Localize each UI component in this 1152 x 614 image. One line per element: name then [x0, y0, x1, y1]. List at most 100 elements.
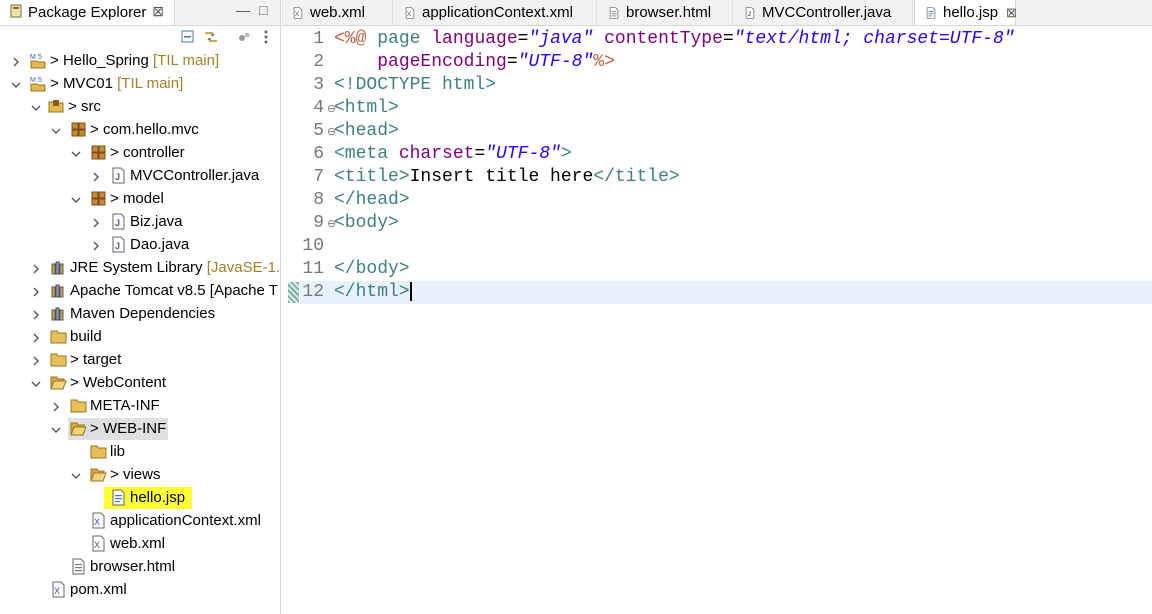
chevron-right-icon[interactable]	[30, 354, 42, 366]
tree-item-label: > target	[70, 351, 121, 368]
tree-item-jre-system-library[interactable]: JRE System Library [JavaSE-1.8]	[0, 257, 280, 279]
minimize-icon[interactable]: —	[236, 2, 250, 18]
chevron-down-icon[interactable]	[50, 124, 62, 136]
code-token: page	[377, 29, 432, 49]
line-number: 11	[302, 259, 324, 279]
code-token: </body>	[334, 259, 410, 279]
code-line: <html>	[334, 97, 399, 120]
item-name: model	[122, 190, 164, 207]
tree-item-model[interactable]: > model	[0, 188, 280, 210]
tree-item-maven-dependencies[interactable]: Maven Dependencies	[0, 303, 280, 325]
tree-item-views[interactable]: > views	[0, 464, 280, 486]
package-explorer-tab[interactable]: Package Explorer ⊠	[0, 0, 175, 25]
svg-text:X: X	[94, 517, 100, 527]
line-number: 2	[313, 52, 324, 72]
tree-item-apache-tomcat-v8-5-apache-t[interactable]: Apache Tomcat v8.5 [Apache T	[0, 280, 280, 302]
code-token: "java"	[528, 29, 594, 49]
code-token: charset	[398, 144, 475, 164]
tree-item-mvc01[interactable]: M 5 > MVC01 [TIL main]	[0, 73, 280, 95]
item-name: browser.html	[90, 558, 176, 575]
code-token: <head>	[334, 121, 399, 141]
tree-item-pom-xml[interactable]: Xpom.xml	[0, 579, 280, 601]
code-token: </html>	[334, 282, 410, 302]
xml-file-icon: X	[404, 6, 416, 20]
chevron-right-icon[interactable]	[30, 262, 42, 274]
maximize-icon[interactable]: □	[259, 2, 267, 18]
tree-item-build[interactable]: build	[0, 326, 280, 348]
tree-item-controller[interactable]: > controller	[0, 142, 280, 164]
tree-item-mvccontroller-java[interactable]: J MVCController.java	[0, 165, 280, 187]
editor-tab-hello-jsp[interactable]: hello.jsp ⊠	[914, 0, 1017, 25]
code-line: <title>Insert title here</title>	[334, 166, 680, 189]
line-number: 8	[313, 190, 324, 210]
chevron-right-icon[interactable]	[90, 170, 102, 182]
chevron-right-icon[interactable]	[90, 239, 102, 251]
tree-item-meta-inf[interactable]: META-INF	[0, 395, 280, 417]
tree-item-label: > src	[68, 98, 101, 115]
chevron-down-icon[interactable]	[70, 147, 82, 159]
item-name: WebContent	[82, 374, 167, 391]
item-name: Apache Tomcat v8.5 [Apache T	[70, 282, 278, 299]
view-menu-icon[interactable]	[262, 29, 278, 45]
tree-item-browser-html[interactable]: browser.html	[0, 556, 280, 578]
tree-item-lib[interactable]: lib	[0, 441, 280, 463]
chevron-right-icon[interactable]	[90, 216, 102, 228]
code-token: <%@	[334, 29, 378, 49]
tree-item-web-xml[interactable]: Xweb.xml	[0, 533, 280, 555]
line-number: 12	[302, 282, 324, 302]
editor-tab-mvccontroller-java[interactable]: J MVCController.java	[734, 0, 913, 25]
code-token: language	[431, 29, 518, 49]
item-name: controller	[122, 144, 185, 161]
code-token: </title>	[593, 167, 680, 187]
code-token: html	[442, 75, 486, 95]
tree-item-target[interactable]: > target	[0, 349, 280, 371]
close-tab-icon[interactable]: ⊠	[1006, 5, 1017, 21]
chevron-down-icon[interactable]	[30, 377, 42, 389]
tree-item-dao-java[interactable]: J Dao.java	[0, 234, 280, 256]
item-name: views	[122, 466, 161, 483]
tree-item-biz-java[interactable]: J Biz.java	[0, 211, 280, 233]
item-name: Maven Dependencies	[70, 305, 216, 322]
tree-item-webcontent[interactable]: > WebContent	[0, 372, 280, 394]
dirty-prefix: >	[68, 98, 81, 115]
dirty-prefix: >	[110, 466, 123, 483]
library-icon	[50, 259, 67, 276]
tree-item-hello-jsp[interactable]: hello.jsp	[0, 487, 280, 509]
link-with-editor-icon[interactable]	[203, 29, 219, 45]
code-token: "UTF-8"	[517, 52, 594, 72]
chevron-down-icon[interactable]	[70, 193, 82, 205]
chevron-right-icon[interactable]	[30, 308, 42, 320]
java-file-icon: J	[110, 236, 127, 253]
editor-tab-web-xml[interactable]: Xweb.xml	[282, 0, 393, 25]
chevron-down-icon[interactable]	[50, 423, 62, 435]
chevron-down-icon[interactable]	[70, 469, 82, 481]
tree-item-applicationcontext-xml[interactable]: XapplicationContext.xml	[0, 510, 280, 532]
close-view-icon[interactable]: ⊠	[152, 3, 164, 20]
tree-item-src[interactable]: > src	[0, 96, 280, 118]
code-token: "text/html; charset=UTF-8"	[733, 29, 1015, 49]
tree-item-label: > Hello_Spring [TIL main]	[50, 52, 219, 69]
chevron-right-icon[interactable]	[30, 331, 42, 343]
code-token: >	[485, 75, 497, 95]
editor-tab-browser-html[interactable]: browser.html	[598, 0, 733, 25]
code-token: "UTF-8"	[485, 144, 561, 164]
chevron-down-icon[interactable]	[10, 78, 22, 90]
chevron-right-icon[interactable]	[10, 55, 22, 67]
tree-item-hello-spring[interactable]: M 5 > Hello_Spring [TIL main]	[0, 50, 280, 72]
code-text-area[interactable]: <%@ page language="java" contentType="te…	[334, 26, 1152, 614]
tree-item-web-inf[interactable]: > WEB-INF	[0, 418, 280, 440]
editor-tab-applicationcontext-xml[interactable]: XapplicationContext.xml	[394, 0, 597, 25]
chevron-right-icon[interactable]	[30, 285, 42, 297]
tree-item-com-hello-mvc[interactable]: > com.hello.mvc	[0, 119, 280, 141]
item-name: src	[80, 98, 101, 115]
maven-project-icon: M5	[30, 75, 47, 92]
code-line: <!DOCTYPE html>	[334, 74, 496, 97]
dirty-prefix: >	[90, 420, 103, 437]
chevron-right-icon[interactable]	[50, 400, 62, 412]
code-token: <body>	[334, 213, 399, 233]
chevron-down-icon[interactable]	[30, 101, 42, 113]
filters-icon[interactable]	[236, 29, 252, 45]
tree-item-label: lib	[110, 443, 125, 460]
collapse-all-icon[interactable]	[180, 29, 196, 45]
line-number: 10	[302, 236, 324, 256]
